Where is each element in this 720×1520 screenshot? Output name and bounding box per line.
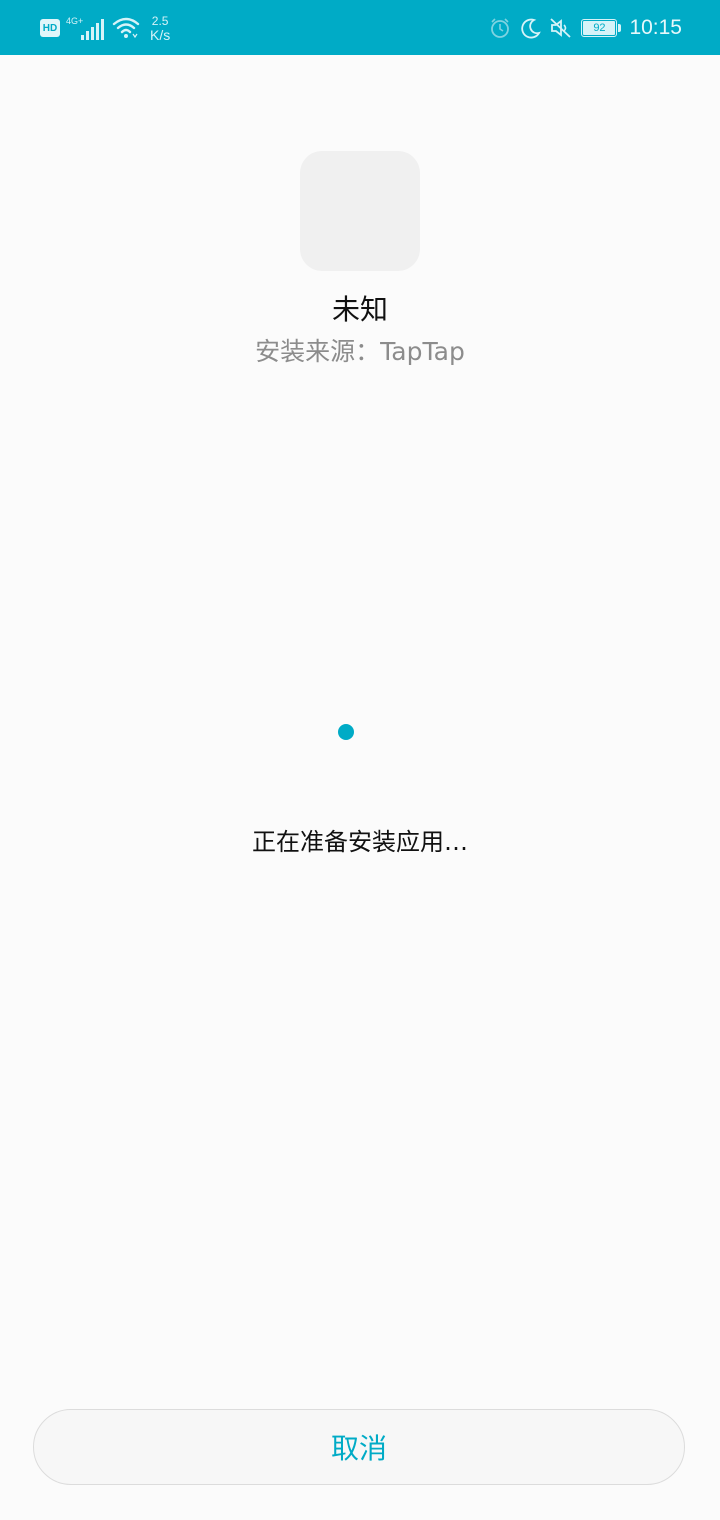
status-bar: HD 4G+ 2.5 K/s 92 10:15 (0, 0, 720, 55)
status-bar-left: HD 4G+ 2.5 K/s (40, 10, 170, 46)
hd-badge-icon: HD (40, 19, 60, 37)
wifi-icon (112, 17, 140, 39)
battery-level: 92 (593, 22, 606, 34)
battery-icon: 92 (581, 19, 618, 37)
moon-icon (521, 18, 542, 39)
net-speed-unit: K/s (150, 27, 171, 43)
alarm-icon (491, 18, 510, 38)
net-speed: 2.5 K/s (150, 14, 170, 42)
app-name: 未知 (331, 293, 388, 326)
mute-icon (550, 18, 572, 38)
network-type-label: 4G+ (66, 16, 83, 26)
net-speed-value: 2.5 (151, 14, 169, 28)
clock: 10:15 (629, 16, 682, 39)
cancel-button[interactable]: 取消 (33, 1409, 685, 1485)
install-source: 安装来源：TapTap (255, 337, 465, 366)
loading-spinner-icon (338, 724, 354, 740)
status-bar-right: 92 10:15 (489, 10, 682, 46)
install-status-message: 正在准备安装应用… (252, 828, 468, 856)
battery-tip (618, 24, 622, 32)
app-icon-placeholder (300, 151, 420, 271)
signal-icon: 4G+ (66, 16, 104, 40)
